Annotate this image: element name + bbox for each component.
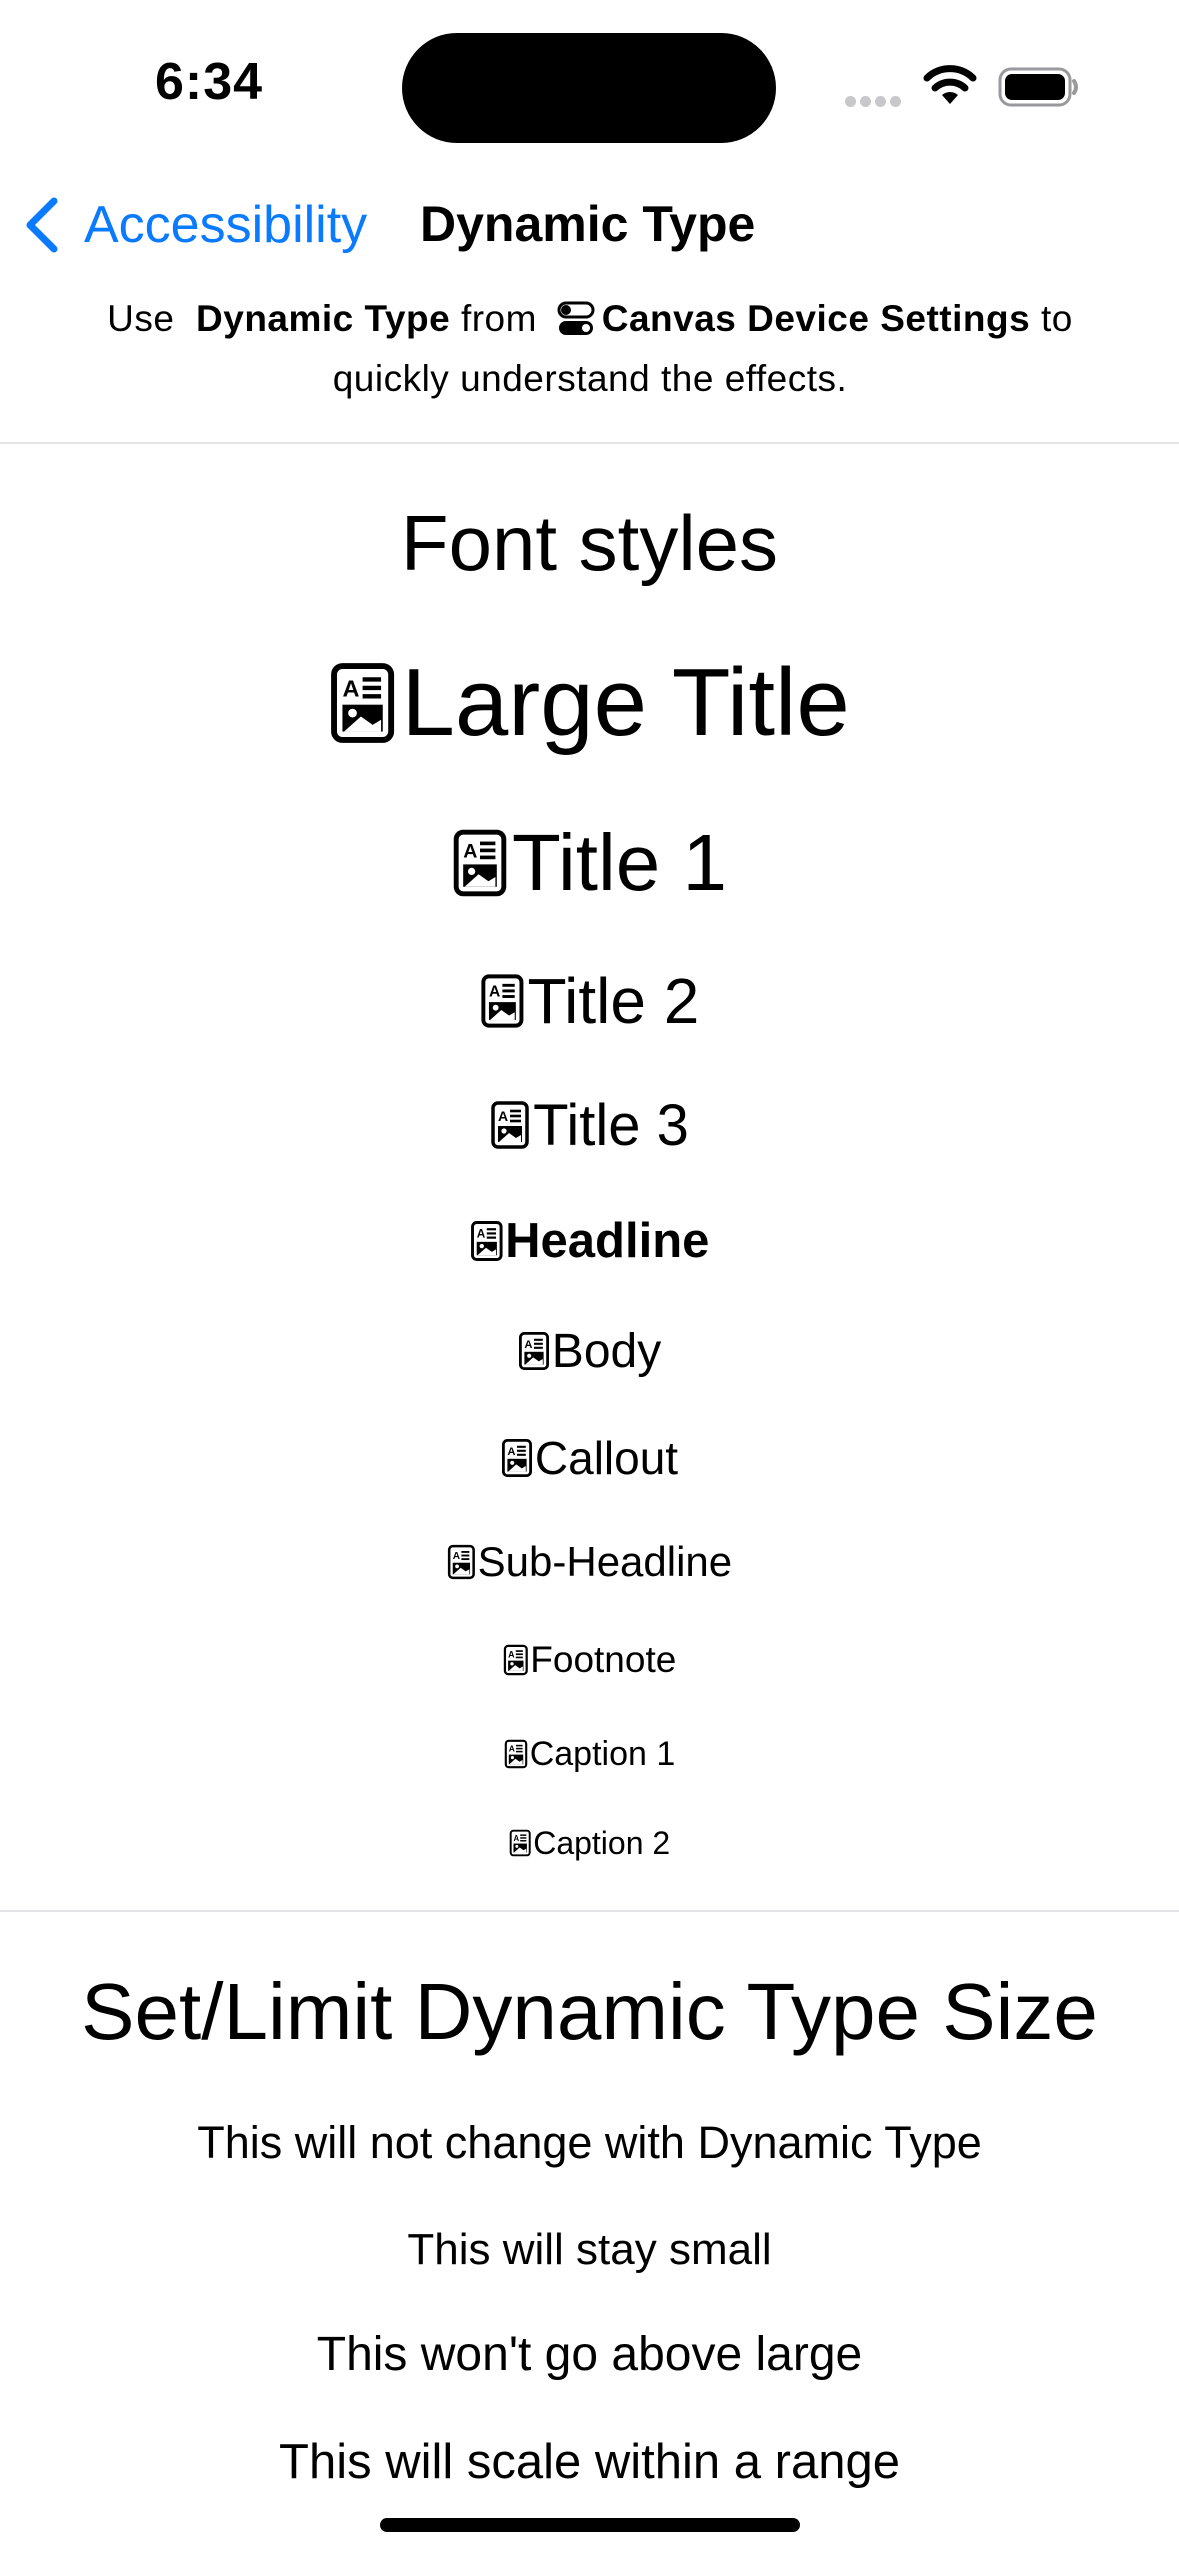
font-style-row: A Footnote xyxy=(0,1637,1179,1683)
doc-richtext-icon: A xyxy=(518,1331,550,1371)
font-style-row: A Title 2 xyxy=(0,961,1179,1041)
limit-line: This will not change with Dynamic Type xyxy=(197,2117,982,2168)
font-styles-heading: Font styles xyxy=(400,499,779,587)
font-style-label: Headline xyxy=(505,1214,710,1268)
limit-section-heading: Set/Limit Dynamic Type Size xyxy=(81,1967,1098,2056)
font-style-row: A Body xyxy=(0,1321,1179,1381)
back-button[interactable]: Accessibility xyxy=(22,190,367,260)
font-style-row: A Title 3 xyxy=(0,1089,1179,1162)
doc-richtext-icon: A xyxy=(503,1644,529,1676)
doc-richtext-icon: A xyxy=(329,661,396,745)
font-style-row: A Large Title xyxy=(0,643,1179,763)
doc-richtext-icon: A xyxy=(470,1220,504,1262)
font-style-row: A Sub-Headline xyxy=(0,1536,1179,1589)
back-button-label: Accessibility xyxy=(84,196,368,254)
doc-richtext-icon: A xyxy=(480,973,525,1029)
wifi-icon xyxy=(922,64,978,108)
doc-richtext-icon: A xyxy=(447,1544,476,1580)
dynamic-island xyxy=(402,33,776,143)
font-style-row: A Caption 2 xyxy=(0,1823,1179,1863)
limit-line: This will scale within a range xyxy=(279,2434,900,2489)
chevron-left-icon xyxy=(26,197,58,253)
cellular-signal-icon xyxy=(845,94,905,107)
svg-text:A: A xyxy=(509,1744,515,1754)
divider xyxy=(0,442,1179,444)
limit-line: This won't go above large xyxy=(316,2328,863,2381)
font-style-label: Caption 2 xyxy=(533,1824,671,1861)
font-style-label: Sub-Headline xyxy=(477,1538,733,1585)
instructions-line-2: quickly understand the effects. xyxy=(332,358,848,399)
font-style-label: Footnote xyxy=(530,1639,677,1680)
svg-text:A: A xyxy=(476,1228,485,1241)
font-style-row: A Title 1 xyxy=(0,813,1179,913)
font-style-row: A Headline xyxy=(0,1211,1179,1272)
status-time: 6:34 xyxy=(155,53,264,111)
font-style-label: Large Title xyxy=(401,649,850,756)
svg-text:A: A xyxy=(453,1551,460,1562)
instructions-line-1: Use Dynamic Type from Canvas Device Sett… xyxy=(40,292,1140,352)
svg-text:A: A xyxy=(463,840,477,862)
font-style-label: Title 3 xyxy=(533,1092,689,1158)
svg-text:A: A xyxy=(513,1834,519,1843)
font-style-row: A Caption 1 xyxy=(0,1733,1179,1776)
doc-richtext-icon: A xyxy=(504,1739,528,1769)
font-style-label: Title 1 xyxy=(512,818,727,907)
doc-richtext-icon: A xyxy=(509,1829,531,1857)
font-style-label: Body xyxy=(551,1324,662,1378)
svg-text:A: A xyxy=(489,984,500,1001)
font-style-label: Caption 1 xyxy=(529,1734,676,1773)
doc-richtext-icon: A xyxy=(452,828,508,898)
font-style-label: Title 2 xyxy=(527,965,700,1037)
doc-richtext-icon: A xyxy=(490,1100,530,1150)
svg-text:A: A xyxy=(507,1446,515,1458)
svg-text:A: A xyxy=(524,1339,532,1351)
limit-line: This will stay small xyxy=(407,2224,772,2274)
font-style-label: Callout xyxy=(534,1432,679,1484)
battery-icon xyxy=(998,66,1080,108)
svg-text:A: A xyxy=(343,675,360,701)
divider xyxy=(0,1910,1179,1912)
doc-richtext-icon: A xyxy=(501,1438,533,1478)
instructions-text: Use Dynamic Type from Canvas Device Sett… xyxy=(40,292,1140,406)
home-indicator xyxy=(380,2518,800,2532)
font-style-row: A Callout xyxy=(0,1429,1179,1487)
svg-text:A: A xyxy=(498,1108,508,1124)
svg-text:A: A xyxy=(508,1649,515,1659)
page-title: Dynamic Type xyxy=(420,196,756,252)
switch-toggle-icon xyxy=(556,298,596,352)
